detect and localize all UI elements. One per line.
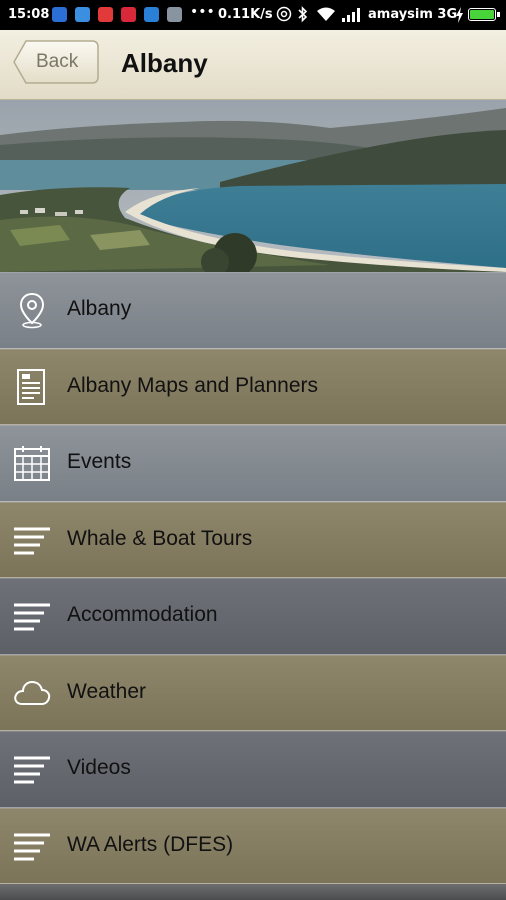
menu-item-albany[interactable]: Albany: [0, 272, 506, 349]
list-lines-icon: [14, 833, 50, 860]
hero-landscape-image: [0, 100, 506, 272]
menu-item-label: WA Alerts (DFES): [67, 832, 234, 856]
menu-item-label: Videos: [67, 756, 131, 779]
status-time: 15:08: [8, 7, 50, 22]
document-icon: [17, 368, 45, 405]
back-button-label: Back: [36, 51, 79, 72]
app-header: Back Albany: [0, 30, 506, 100]
notification-icon-1: [52, 7, 67, 22]
status-bar: 15:08 ••• 0.11K/s amaysim 3G: [0, 0, 506, 30]
notification-icon-2: [75, 7, 90, 22]
list-lines-icon: [14, 527, 50, 554]
menu-item-wa-alerts[interactable]: WA Alerts (DFES): [0, 807, 506, 884]
at-icon: [276, 6, 292, 22]
map-pin-icon: [19, 292, 45, 329]
bluetooth-icon: [298, 6, 308, 23]
menu-item-accommodation[interactable]: Accommodation: [0, 578, 506, 655]
notification-icon-5: [144, 7, 159, 22]
list-lines-icon: [14, 603, 50, 631]
menu-item-label: Albany Maps and Planners: [67, 373, 318, 397]
menu-item-label: Weather: [67, 679, 146, 703]
notification-icon-4: [121, 7, 136, 22]
menu-item-label: Whale & Boat Tours: [67, 526, 253, 550]
menu-item-label: Accommodation: [67, 603, 218, 626]
signal-icon: [342, 8, 360, 22]
charging-icon: [456, 7, 463, 23]
menu-item-whale-boat-tours[interactable]: Whale & Boat Tours: [0, 501, 506, 578]
calendar-icon: [14, 446, 50, 481]
notification-icon-6: [167, 7, 182, 22]
menu-item-videos[interactable]: Videos: [0, 731, 506, 808]
main-menu-list: Albany Albany Maps and Planners Events W…: [0, 272, 506, 884]
page-title: Albany: [121, 48, 208, 78]
menu-item-label: Events: [67, 450, 132, 473]
carrier-name: amaysim 3G: [368, 7, 458, 22]
network-speed: 0.11K/s: [218, 7, 273, 22]
menu-item-maps-planners[interactable]: Albany Maps and Planners: [0, 348, 506, 425]
wifi-icon: [317, 7, 335, 21]
menu-item-label: Albany: [67, 297, 132, 320]
battery-icon: [468, 8, 500, 21]
notification-icon-3: [98, 7, 113, 22]
back-button[interactable]: Back: [12, 39, 100, 85]
next-menu-item-partial[interactable]: [0, 884, 506, 900]
more-notifications-icon: •••: [190, 4, 215, 20]
menu-item-weather[interactable]: Weather: [0, 654, 506, 731]
cloud-icon: [14, 680, 51, 705]
menu-item-events[interactable]: Events: [0, 425, 506, 502]
list-lines-icon: [14, 756, 50, 784]
